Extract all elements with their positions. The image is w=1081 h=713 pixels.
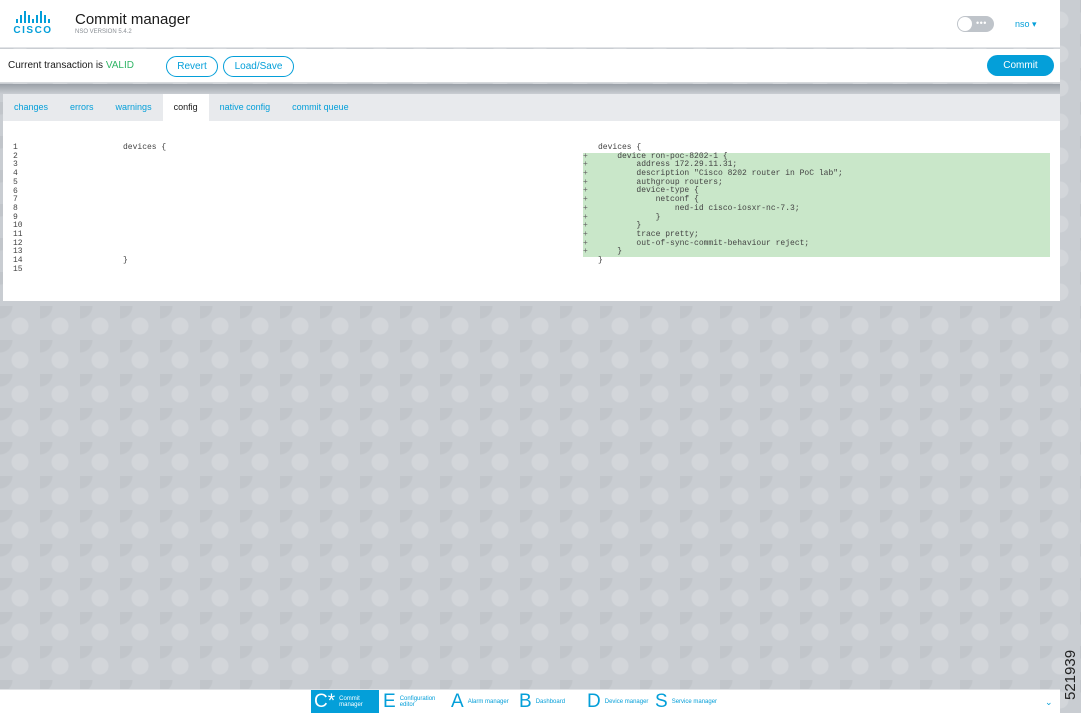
diff-panel: 1 2 3 4 5 6 7 8 9 10 11 12 13 14 15 devi…: [3, 121, 1060, 301]
diff-line-text: netconf {: [598, 195, 699, 205]
app-header: CISCO Commit manager NSO VERSION 5.4.2 •…: [0, 0, 1060, 48]
diff-line-text: }: [598, 221, 642, 231]
original-config: devices { }: [123, 143, 167, 266]
page-title: Commit manager: [75, 11, 191, 28]
tab-commit-queue[interactable]: commit queue: [281, 94, 360, 121]
app-dock: C* Commit manager E Configuration editor A Al…: [0, 689, 1060, 713]
theme-toggle[interactable]: •••: [957, 16, 994, 32]
added-line: + out-of-sync-commit-behaviour reject;: [583, 238, 1050, 249]
diff-line-text: out-of-sync-commit-behaviour reject;: [598, 238, 810, 248]
transaction-status: Current transaction is VALID: [8, 60, 134, 71]
added-line: + }: [583, 212, 1050, 223]
new-config: devices {+ device ron-poc-8202-1 {+ addr…: [583, 143, 1050, 266]
diff-line-text: description "Cisco 8202 router in PoC la…: [598, 169, 843, 179]
dock-item-icon: D: [587, 691, 601, 712]
diff-line-text: address 172.29.11.31;: [598, 160, 738, 170]
toggle-dots-icon: •••: [976, 18, 987, 28]
dock-item-label: Configuration editor: [399, 696, 436, 708]
transaction-status-value: VALID: [105, 60, 134, 71]
dock-item-dashboard[interactable]: B Dashboard: [516, 690, 584, 713]
tab-errors[interactable]: errors: [59, 94, 105, 121]
tab-changes[interactable]: changes: [3, 94, 59, 121]
dock-item-icon: E: [383, 691, 396, 712]
tab-config[interactable]: config: [162, 94, 209, 121]
tab-bar: changes errors warnings config native config…: [3, 94, 1060, 121]
dock-item-commit-manager[interactable]: C* Commit manager: [311, 690, 379, 713]
dock-item-label: Alarm manager: [467, 699, 509, 705]
header-shadow: [0, 84, 1060, 94]
transaction-status-prefix: Current transaction is: [8, 60, 106, 71]
diff-marker: +: [583, 247, 588, 257]
diff-line-text: }: [598, 212, 661, 222]
commit-button[interactable]: Commit: [987, 55, 1054, 76]
diff-line-text: authgroup routers;: [598, 177, 723, 187]
revert-button[interactable]: Revert: [166, 56, 218, 77]
diff-line-text: }: [598, 255, 603, 265]
diff-line-text: ned-id cisco-iosxr-nc-7.3;: [598, 203, 800, 213]
diff-line-text: device ron-poc-8202-1 {: [598, 151, 728, 161]
line-numbers: 1 2 3 4 5 6 7 8 9 10 11 12 13 14 15: [13, 143, 23, 274]
figure-id: 521939: [1062, 649, 1079, 700]
toggle-knob: [958, 17, 972, 31]
diff-line-text: device-type {: [598, 186, 699, 196]
diff-line-text: devices {: [598, 143, 642, 152]
load-save-button[interactable]: Load/Save: [223, 56, 294, 77]
dock-item-label: Commit manager: [339, 696, 363, 708]
dock-item-service-manager[interactable]: S Service manager: [652, 690, 720, 713]
version-label: NSO VERSION 5.4.2: [75, 29, 132, 35]
tab-native-config[interactable]: native config: [209, 94, 282, 121]
dock-item-label: Dashboard: [535, 699, 566, 705]
app-window: CISCO Commit manager NSO VERSION 5.4.2 •…: [0, 0, 1060, 713]
dock-item-icon: B: [519, 691, 532, 712]
dock-item-alarm-manager[interactable]: A Alarm manager: [448, 690, 516, 713]
action-bar: Current transaction is VALID Revert Load…: [0, 49, 1060, 83]
tab-warnings[interactable]: warnings: [105, 94, 163, 121]
dock-item-icon: S: [655, 691, 668, 712]
cisco-logo-icon: CISCO: [11, 11, 55, 37]
dock-item-icon: C*: [314, 691, 336, 712]
diff-line-text: }: [598, 247, 623, 257]
logo-text: CISCO: [13, 25, 53, 36]
chevron-down-icon[interactable]: ⌄: [1045, 697, 1053, 708]
dock-item-device-manager[interactable]: D Device manager: [584, 690, 652, 713]
diff-line-text: trace pretty;: [598, 229, 699, 239]
dock-item-configuration-editor[interactable]: E Configuration editor: [380, 690, 448, 713]
user-menu[interactable]: nso ▾: [1015, 19, 1037, 30]
dock-item-label: Device manager: [604, 699, 649, 705]
added-line: + }: [583, 247, 1050, 257]
dock-item-icon: A: [451, 691, 464, 712]
context-line: }: [583, 255, 1050, 266]
dock-item-label: Service manager: [671, 699, 718, 705]
